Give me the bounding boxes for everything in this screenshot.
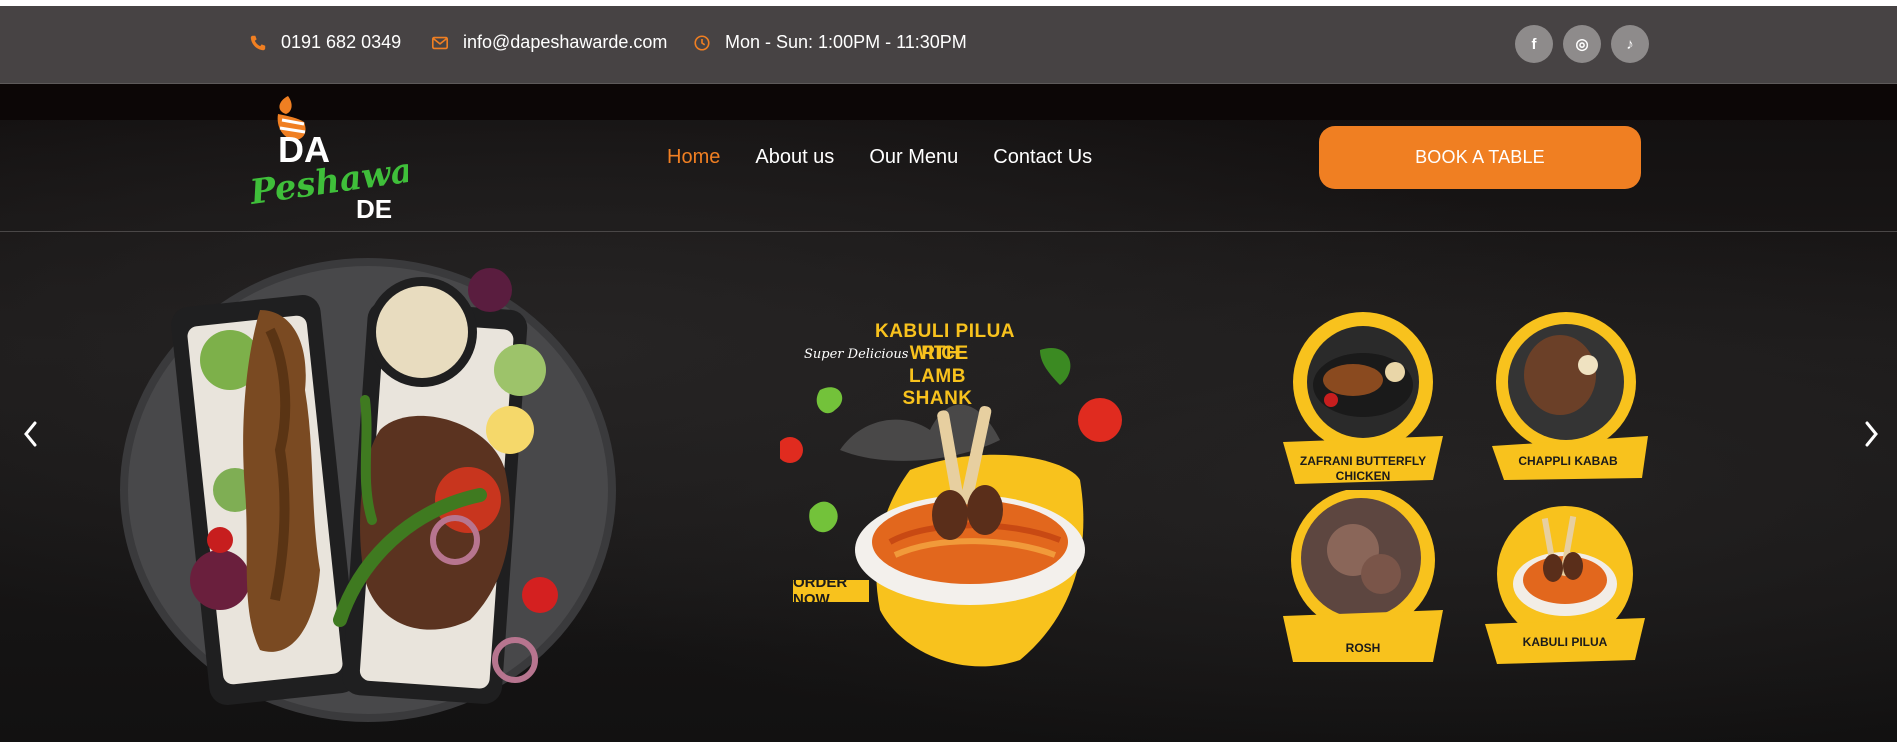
- instagram-icon[interactable]: ◎: [1563, 25, 1601, 63]
- phone-number[interactable]: 0191 682 0349: [281, 32, 401, 53]
- opening-hours: Mon - Sun: 1:00PM - 11:30PM: [725, 32, 967, 52]
- promo-script-text: Super Delicious: [804, 347, 909, 362]
- email-info[interactable]: info@dapeshawarde.com: [431, 32, 667, 53]
- envelope-icon: [431, 36, 449, 49]
- dish-card: ROSH: [1283, 488, 1443, 670]
- dish-name: ZAFRANI BUTTERFLY: [1299, 454, 1427, 468]
- book-table-button[interactable]: BOOK A TABLE: [1319, 126, 1641, 189]
- facebook-icon[interactable]: f: [1515, 25, 1553, 63]
- slider-prev-arrow-icon[interactable]: [18, 418, 42, 450]
- kabuli-pilua-image: [1485, 506, 1645, 664]
- dish-name: ROSH: [1345, 641, 1381, 655]
- hours-info: Mon - Sun: 1:00PM - 11:30PM: [693, 32, 967, 53]
- tiktok-icon[interactable]: ♪: [1611, 25, 1649, 63]
- nav-contact-us[interactable]: Contact Us: [993, 146, 1092, 169]
- promo-title-line3: LAMB SHANK: [902, 366, 973, 409]
- phone-icon: [250, 35, 266, 50]
- nav-home[interactable]: Home: [667, 146, 720, 169]
- slider-next-arrow-icon[interactable]: [1860, 418, 1884, 450]
- dish-name: CHAPPLI KABAB: [1518, 454, 1618, 468]
- top-info-bar: 0191 682 0349 info@dapeshawarde.com Mon …: [0, 6, 1897, 84]
- dish-name: KABULI PILUA: [1522, 635, 1608, 649]
- nav-about-us[interactable]: About us: [755, 146, 834, 169]
- dish-card: CHAPPLI KABAB: [1488, 310, 1648, 490]
- order-now-badge: ORDER NOW: [791, 574, 871, 608]
- clock-icon: [694, 34, 710, 51]
- email-address[interactable]: info@dapeshawarde.com: [463, 32, 667, 53]
- logo[interactable]: DA Peshawar DE: [248, 96, 408, 224]
- grill-platter-image: [120, 258, 616, 722]
- phone-info[interactable]: 0191 682 0349: [249, 32, 401, 53]
- dish-name-line2: CHICKEN: [1335, 469, 1391, 483]
- promo-title-line2: WITH: [909, 343, 961, 364]
- dish-card: ZAFRANI BUTTERFLY CHICKEN: [1283, 310, 1443, 490]
- main-nav: Home About us Our Menu Contact Us: [667, 146, 1092, 169]
- dish-card: KABULI PILUA: [1485, 500, 1645, 680]
- logo-de-text: DE: [356, 194, 392, 224]
- header-divider: [0, 231, 1897, 232]
- nav-our-menu[interactable]: Our Menu: [869, 146, 958, 169]
